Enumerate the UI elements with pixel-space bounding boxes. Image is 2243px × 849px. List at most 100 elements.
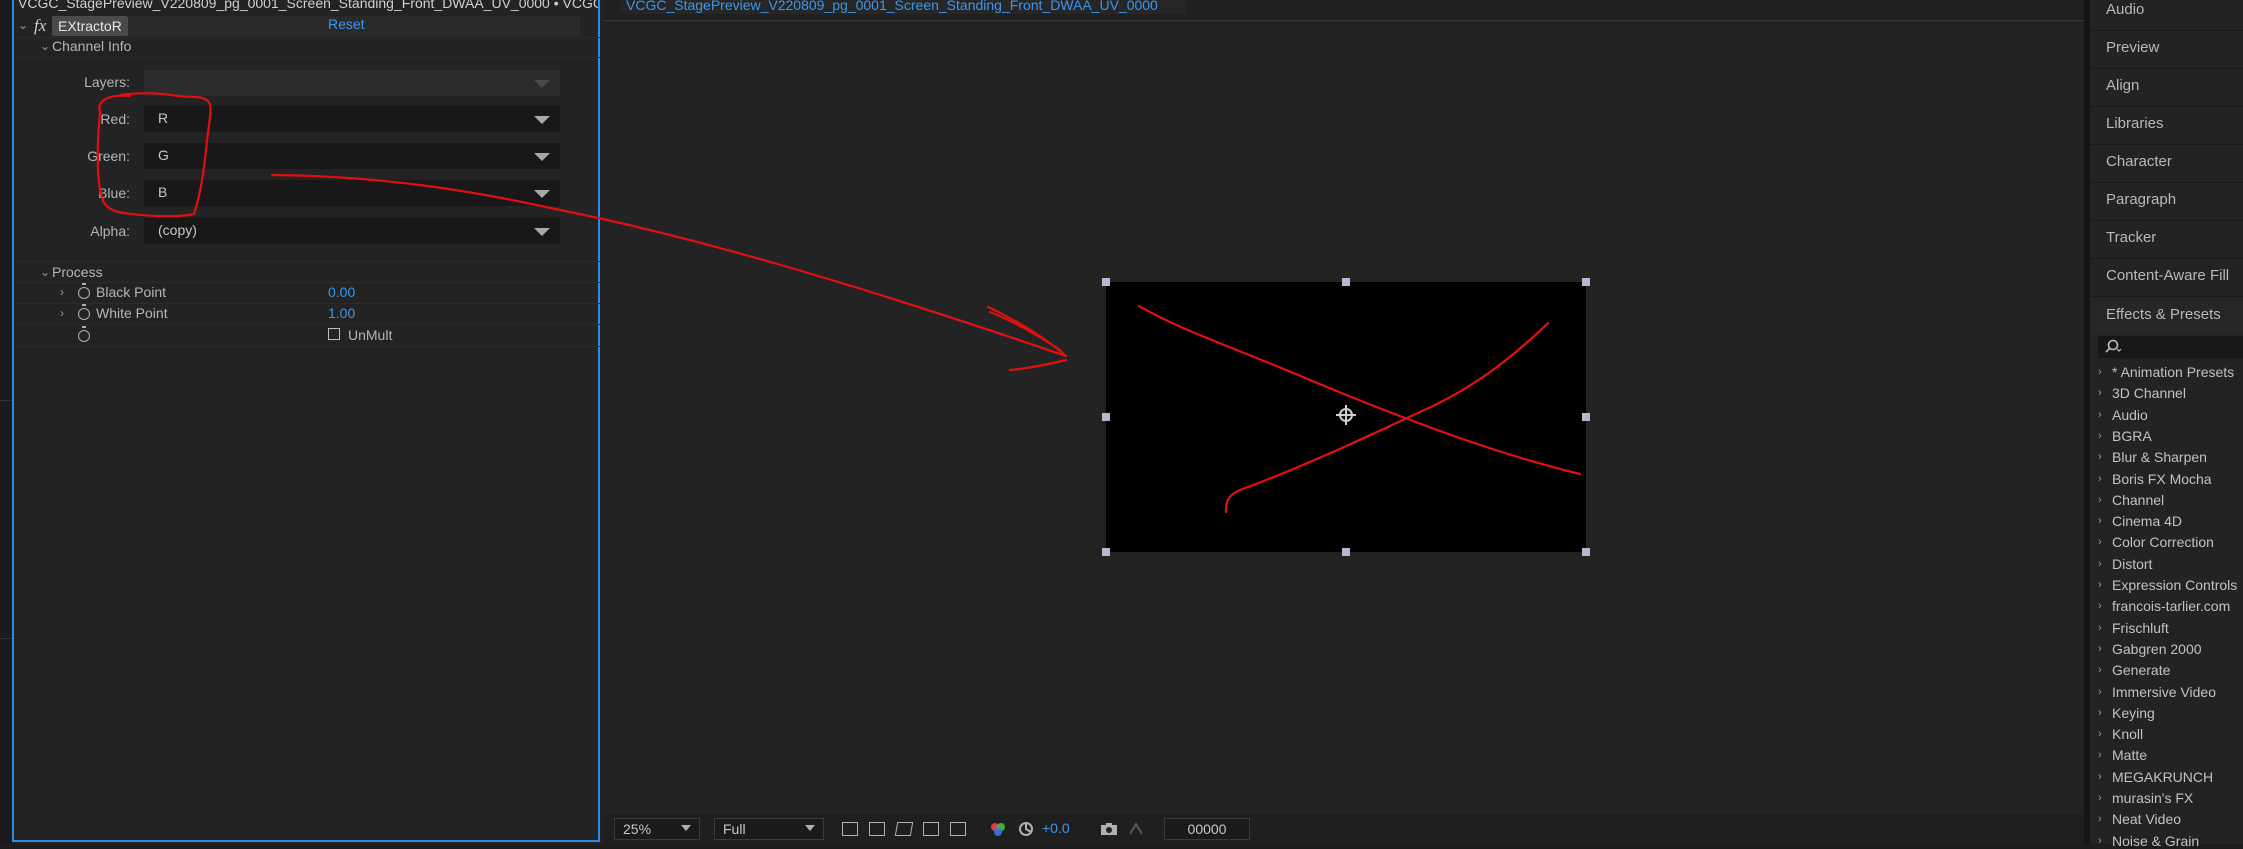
resolution-dropdown[interactable]: Full (714, 818, 824, 840)
red-channel-dropdown[interactable]: R (144, 106, 560, 132)
chevron-right-icon[interactable]: › (2098, 728, 2102, 740)
transform-handle[interactable] (1102, 548, 1110, 556)
color-management-icon[interactable] (1018, 821, 1034, 837)
alpha-channel-dropdown[interactable]: (copy) (144, 218, 560, 244)
chevron-right-icon[interactable]: › (2098, 643, 2102, 655)
chevron-right-icon[interactable]: › (2098, 664, 2102, 676)
chevron-right-icon[interactable]: › (2098, 473, 2102, 485)
chevron-right-icon[interactable]: › (2098, 387, 2102, 399)
unmult-checkbox[interactable] (328, 328, 340, 340)
effects-category-item[interactable]: Audio (2112, 407, 2148, 423)
panel-tab-preview[interactable]: Preview (2106, 39, 2159, 56)
effects-category-item[interactable]: Channel (2112, 492, 2164, 508)
effects-presets-title[interactable]: Effects & Presets (2106, 306, 2221, 323)
effects-category-item[interactable]: BGRA (2112, 428, 2152, 444)
transform-handle[interactable] (1342, 278, 1350, 286)
row-divider (14, 346, 600, 347)
camera-snapshot-icon[interactable] (1100, 822, 1118, 836)
mask-path-icon[interactable] (894, 822, 914, 836)
panel-tab-character[interactable]: Character (2106, 153, 2172, 170)
effect-name-label[interactable]: EXtractoR (52, 16, 128, 36)
chevron-right-icon[interactable]: › (2098, 600, 2102, 612)
region-of-interest-icon[interactable] (923, 822, 939, 836)
effects-category-item[interactable]: Immersive Video (2112, 684, 2216, 700)
black-point-twirl-icon[interactable]: › (60, 285, 64, 299)
effects-category-item[interactable]: Noise & Grain (2112, 833, 2199, 849)
chevron-right-icon[interactable]: › (2098, 515, 2102, 527)
zoom-dropdown[interactable]: 25% (614, 818, 700, 840)
panel-tab-paragraph[interactable]: Paragraph (2106, 191, 2176, 208)
panel-separator (2090, 182, 2243, 183)
stopwatch-icon[interactable] (78, 283, 90, 299)
chevron-right-icon[interactable]: › (2098, 558, 2102, 570)
effects-category-item[interactable]: Distort (2112, 556, 2152, 572)
effects-category-item[interactable]: Generate (2112, 662, 2170, 678)
chevron-right-icon[interactable]: › (2098, 536, 2102, 548)
panel-tab-tracker[interactable]: Tracker (2106, 229, 2156, 246)
effects-category-item[interactable]: Neat Video (2112, 811, 2181, 827)
fx-toggle-icon[interactable]: fx (34, 16, 46, 36)
transform-handle[interactable] (1102, 278, 1110, 286)
chevron-right-icon[interactable]: › (2098, 835, 2102, 847)
effects-category-item[interactable]: 3D Channel (2112, 385, 2186, 401)
effects-category-item[interactable]: francois-tarlier.com (2112, 598, 2230, 614)
green-channel-dropdown[interactable]: G (144, 143, 560, 169)
chevron-right-icon[interactable]: › (2098, 686, 2102, 698)
transform-handle[interactable] (1582, 548, 1590, 556)
chevron-down-icon (534, 228, 550, 236)
panel-tab-align[interactable]: Align (2106, 77, 2139, 94)
white-point-value[interactable]: 1.00 (328, 305, 355, 321)
chevron-right-icon[interactable]: › (2098, 749, 2102, 761)
chevron-right-icon[interactable]: › (2098, 813, 2102, 825)
chevron-right-icon[interactable]: › (2098, 451, 2102, 463)
reset-link[interactable]: Reset (328, 16, 365, 32)
process-twirl-icon[interactable]: ⌄ (40, 265, 50, 279)
chevron-right-icon[interactable]: › (2098, 792, 2102, 804)
effects-category-item[interactable]: MEGAKRUNCH (2112, 769, 2213, 785)
effects-category-item[interactable]: Boris FX Mocha (2112, 471, 2212, 487)
transform-handle[interactable] (1102, 413, 1110, 421)
channels-icon[interactable] (990, 821, 1006, 837)
effects-category-item[interactable]: Matte (2112, 747, 2147, 763)
grid-guides-icon[interactable] (950, 822, 966, 836)
stopwatch-icon[interactable] (78, 304, 90, 320)
black-point-value[interactable]: 0.00 (328, 284, 355, 300)
transform-handle[interactable] (1582, 278, 1590, 286)
chevron-right-icon[interactable]: › (2098, 409, 2102, 421)
chevron-right-icon[interactable]: › (2098, 771, 2102, 783)
chevron-down-icon (534, 190, 550, 198)
panel-tab-content-aware-fill[interactable]: Content-Aware Fill (2106, 267, 2229, 284)
chevron-right-icon[interactable]: › (2098, 579, 2102, 591)
white-point-twirl-icon[interactable]: › (60, 306, 64, 320)
effects-category-item[interactable]: Keying (2112, 705, 2155, 721)
timecode-field[interactable]: 00000 (1164, 818, 1250, 840)
exposure-value[interactable]: +0.0 (1042, 820, 1070, 836)
panel-tab-libraries[interactable]: Libraries (2106, 115, 2164, 132)
chevron-right-icon[interactable]: › (2098, 494, 2102, 506)
effects-category-item[interactable]: Expression Controls (2112, 577, 2237, 593)
composition-tab-label[interactable]: VCGC_StagePreview_V220809_pg_0001_Screen… (626, 0, 1158, 13)
effects-category-item[interactable]: * Animation Presets (2112, 364, 2234, 380)
effects-category-item[interactable]: Frischluft (2112, 620, 2169, 636)
effects-category-item[interactable]: Cinema 4D (2112, 513, 2182, 529)
anchor-point-icon[interactable] (1335, 404, 1357, 426)
effects-category-item[interactable]: Gabgren 2000 (2112, 641, 2202, 657)
transform-handle[interactable] (1342, 548, 1350, 556)
chevron-right-icon[interactable]: › (2098, 430, 2102, 442)
transform-handle[interactable] (1582, 413, 1590, 421)
effects-category-item[interactable]: murasin's FX (2112, 790, 2193, 806)
show-snapshot-icon[interactable] (1128, 822, 1144, 836)
effects-category-item[interactable]: Blur & Sharpen (2112, 449, 2207, 465)
effect-twirl-chevron-icon[interactable]: ⌄ (18, 18, 28, 32)
transparency-grid-icon[interactable] (869, 822, 885, 836)
fast-previews-icon[interactable] (842, 822, 858, 836)
stopwatch-icon[interactable] (78, 326, 90, 342)
effects-category-item[interactable]: Color Correction (2112, 534, 2214, 550)
blue-channel-dropdown[interactable]: B (144, 180, 560, 206)
channel-info-twirl-icon[interactable]: ⌄ (40, 39, 50, 53)
chevron-right-icon[interactable]: › (2098, 622, 2102, 634)
chevron-right-icon[interactable]: › (2098, 707, 2102, 719)
chevron-right-icon[interactable]: › (2098, 366, 2102, 378)
panel-tab-audio[interactable]: Audio (2106, 1, 2144, 18)
effects-category-item[interactable]: Knoll (2112, 726, 2143, 742)
